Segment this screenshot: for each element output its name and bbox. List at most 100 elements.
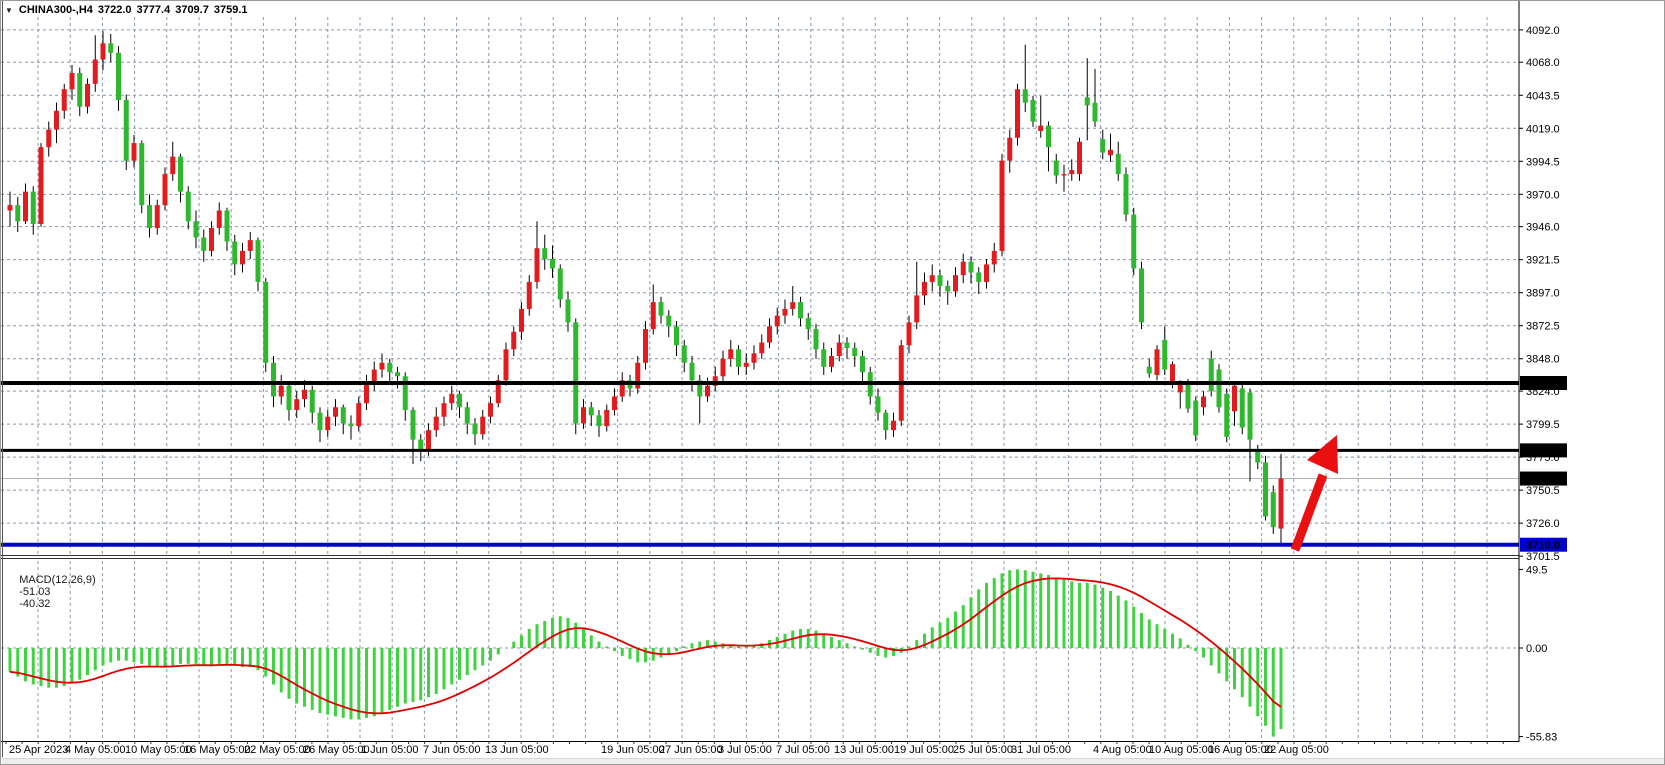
bull-candle xyxy=(837,343,842,356)
bear-candle xyxy=(387,363,392,372)
bull-candle xyxy=(434,417,439,430)
time-tick-label: 10 Aug 05:00 xyxy=(1149,744,1214,756)
bear-candle xyxy=(573,322,578,423)
bull-candle xyxy=(604,410,609,426)
bull-candle xyxy=(612,396,617,409)
bull-candle xyxy=(101,43,106,59)
bull-candle xyxy=(1108,150,1113,155)
ohlc-open-value: 3722.0 xyxy=(98,4,132,16)
bull-candle xyxy=(1007,138,1012,161)
bull-candle xyxy=(891,421,896,430)
bull-candle xyxy=(759,343,764,354)
bear-candle xyxy=(1248,392,1253,439)
bull-candle xyxy=(449,394,454,403)
bear-candle xyxy=(1224,394,1229,437)
bull-candle xyxy=(209,228,214,251)
bear-candle xyxy=(798,302,803,318)
symbol-dropdown-icon[interactable]: ▼ xyxy=(5,6,13,15)
bull-candle xyxy=(132,143,137,161)
bear-candle xyxy=(969,262,974,273)
bear-candle xyxy=(1139,268,1144,322)
indicator-label: MACD(12,26,9) -51.03 -40.32 xyxy=(7,562,102,622)
bull-candle xyxy=(519,309,524,332)
bull-candle xyxy=(364,383,369,403)
chart-window: 4092.04068.04043.54019.03994.53970.03946… xyxy=(0,0,1665,765)
time-tick-label: 13 Jun 05:00 xyxy=(485,744,549,756)
bear-candle xyxy=(271,363,276,397)
time-tick-label: 19 Jun 05:00 xyxy=(601,744,665,756)
time-tick-label: 10 May 05:00 xyxy=(125,744,192,756)
bull-candle xyxy=(1000,161,1005,251)
bear-candle xyxy=(31,192,36,224)
bear-candle xyxy=(15,205,20,221)
chart-canvas: 4092.04068.04043.54019.03994.53970.03946… xyxy=(1,1,1665,765)
time-tick-label: 25 Apr 2023 xyxy=(9,744,68,756)
time-tick-label: 7 Jul 05:00 xyxy=(776,744,830,756)
bull-candle xyxy=(240,251,245,264)
bear-candle xyxy=(806,318,811,329)
indicator-name: MACD(12,26,9) xyxy=(19,574,95,586)
price-tick-label: 3701.5 xyxy=(1526,551,1560,563)
price-tick-label: 3799.5 xyxy=(1526,419,1560,431)
bear-candle xyxy=(542,248,547,259)
price-tick-label: 3848.0 xyxy=(1526,354,1560,366)
bear-candle xyxy=(473,423,478,434)
bull-candle xyxy=(1170,364,1175,382)
bear-candle xyxy=(1085,97,1090,105)
bull-candle xyxy=(302,390,307,399)
price-badge-label: 3710.0 xyxy=(1526,540,1560,552)
bear-candle xyxy=(589,407,594,415)
bear-candle xyxy=(1263,463,1268,517)
time-tick-label: 25 Jul 05:00 xyxy=(953,744,1013,756)
bear-candle xyxy=(225,210,230,241)
price-tick-label: 3750.5 xyxy=(1526,485,1560,497)
symbol-period-label: CHINA300-,H4 xyxy=(19,4,93,16)
price-tick-label: 4043.5 xyxy=(1526,90,1560,102)
bull-candle xyxy=(488,403,493,416)
bear-candle xyxy=(1209,359,1214,391)
bull-candle xyxy=(953,275,958,291)
bear-candle xyxy=(1116,154,1121,174)
bull-candle xyxy=(8,205,13,210)
bull-candle xyxy=(380,363,385,370)
bear-candle xyxy=(1031,100,1036,122)
time-tick-label: 1 Jun 05:00 xyxy=(361,744,419,756)
bull-candle xyxy=(504,349,509,380)
bear-candle xyxy=(876,396,881,412)
bear-candle xyxy=(263,282,268,363)
bull-candle xyxy=(333,407,338,416)
bull-candle xyxy=(744,363,749,367)
macd-tick-label: -55.83 xyxy=(1526,732,1557,744)
bear-candle xyxy=(1193,401,1198,436)
bear-candle xyxy=(1271,492,1276,527)
bear-candle xyxy=(1023,89,1028,102)
bear-candle xyxy=(845,343,850,348)
bear-candle xyxy=(256,240,261,282)
bear-candle xyxy=(1162,340,1167,370)
bull-candle xyxy=(775,316,780,327)
bull-candle xyxy=(217,210,222,228)
bull-candle xyxy=(93,60,98,84)
price-tick-label: 3970.0 xyxy=(1526,189,1560,201)
bull-candle xyxy=(992,251,997,264)
time-tick-label: 3 Jul 05:00 xyxy=(718,744,772,756)
bear-candle xyxy=(116,53,121,100)
bull-candle xyxy=(1062,174,1067,175)
bull-candle xyxy=(170,157,175,175)
bear-candle xyxy=(682,345,687,363)
bear-candle xyxy=(77,73,82,107)
bull-candle xyxy=(535,248,540,282)
bear-candle xyxy=(666,316,671,327)
bull-candle xyxy=(54,111,59,130)
bear-candle xyxy=(1186,384,1191,408)
bear-candle xyxy=(124,100,129,161)
bear-candle xyxy=(310,390,315,413)
bull-candle xyxy=(721,359,726,377)
bull-candle xyxy=(705,386,710,397)
indicator-signal-value: -40.32 xyxy=(19,598,50,610)
macd-tick-label: 49.5 xyxy=(1526,564,1547,576)
bull-candle xyxy=(372,370,377,383)
bull-candle xyxy=(294,399,299,410)
price-tick-label: 4019.0 xyxy=(1526,123,1560,135)
bear-candle xyxy=(457,394,462,407)
